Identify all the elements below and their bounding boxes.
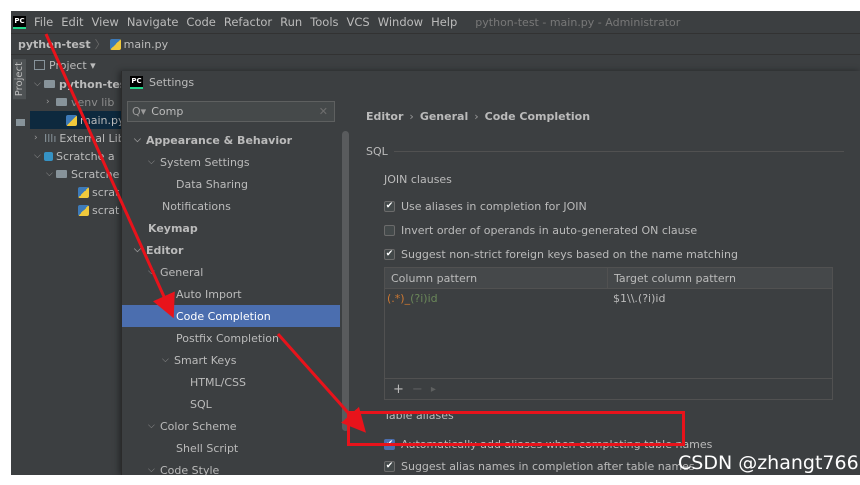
watermark: CSDN @zhangt766	[678, 452, 859, 474]
annotation-highlight-box	[347, 411, 685, 446]
annotation-arrow-to-code-completion	[44, 33, 175, 319]
